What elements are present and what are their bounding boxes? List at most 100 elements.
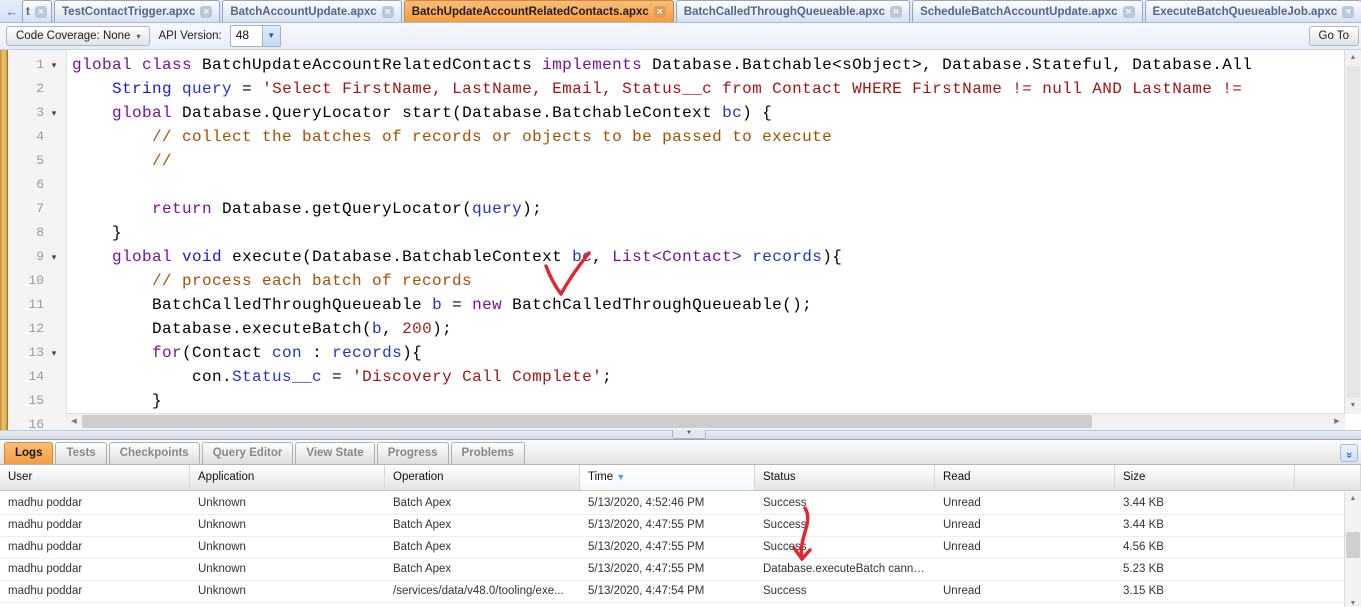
editor-tab[interactable]: BatchCalledThroughQueueable.apxc✕ <box>676 0 910 22</box>
fold-toggle-icon[interactable]: ▾ <box>44 101 64 125</box>
log-cell: 5/13/2020, 4:47:55 PM <box>580 537 755 558</box>
panel-tab-tests[interactable]: Tests <box>55 442 106 464</box>
log-cell: Unknown <box>190 581 385 602</box>
editor-tab[interactable]: ScheduleBatchAccountUpdate.apxc✕ <box>912 0 1142 22</box>
splitter-collapse-handle[interactable]: ▼ <box>672 430 706 439</box>
panel-tab-checkpoints[interactable]: Checkpoints <box>109 442 200 464</box>
line-number: 11 <box>8 293 44 317</box>
column-header-operation[interactable]: Operation <box>385 465 580 490</box>
column-header-size[interactable]: Size <box>1115 465 1295 490</box>
log-row[interactable]: madhu poddarUnknownBatch Apex5/13/2020, … <box>0 537 1345 559</box>
log-row[interactable]: madhu poddarUnknownBatch Apex5/13/2020, … <box>0 493 1345 515</box>
panel-splitter[interactable]: ▼ <box>0 430 1361 440</box>
collapsed-west-panel-strip[interactable] <box>0 50 8 430</box>
scroll-right-icon[interactable]: ▶ <box>1329 414 1345 429</box>
code-editor: 1▾23▾456789▾10111213▾141516 global class… <box>0 50 1361 430</box>
log-cell <box>1295 515 1345 536</box>
editor-vertical-scrollbar[interactable]: ▲ ▼ <box>1344 50 1361 414</box>
code-line[interactable]: // process each batch of records <box>72 269 1345 293</box>
log-row[interactable]: madhu poddarUnknown/services/data/v48.0/… <box>0 581 1345 603</box>
log-cell: Success <box>755 603 935 607</box>
editor-tab-list: TestContactTrigger.apxc✕BatchAccountUpda… <box>54 0 1361 22</box>
log-cell: 3.2 KB <box>1115 603 1295 607</box>
tab-scroll-left-icon[interactable]: ← <box>3 3 21 21</box>
log-row[interactable]: madhu poddarUnknownBatch Apex5/13/2020, … <box>0 603 1345 607</box>
panel-tab-logs[interactable]: Logs <box>4 442 53 464</box>
gutter-line: 3▾ <box>8 101 66 125</box>
editor-tab-label: BatchUpdateAccountRelatedContacts.apxc <box>412 6 649 18</box>
log-row[interactable]: madhu poddarUnknownBatch Apex5/13/2020, … <box>0 515 1345 537</box>
log-row[interactable]: madhu poddarUnknownBatch Apex5/13/2020, … <box>0 559 1345 581</box>
scroll-down-icon[interactable]: ▼ <box>1345 597 1361 607</box>
editor-tab-label: TestContactTrigger.apxc <box>62 6 195 18</box>
fold-spacer <box>44 197 64 221</box>
code-line[interactable]: // <box>72 149 1345 173</box>
line-number: 2 <box>8 77 44 101</box>
code-line[interactable]: con.Status__c = 'Discovery Call Complete… <box>72 365 1345 389</box>
editor-tab[interactable]: BatchUpdateAccountRelatedContacts.apxc ✕ <box>404 0 674 22</box>
combo-trigger-icon: ▼ <box>262 26 280 46</box>
log-cell: Unread <box>935 493 1115 514</box>
scrollbar-thumb[interactable] <box>1346 66 1360 398</box>
log-cell: Unknown <box>190 493 385 514</box>
gutter-line: 7 <box>8 197 66 221</box>
code-line[interactable]: } <box>72 389 1345 413</box>
code-lines[interactable]: global class BatchUpdateAccountRelatedCo… <box>67 50 1345 414</box>
log-cell: madhu poddar <box>0 515 190 536</box>
scroll-up-icon[interactable]: ▲ <box>1345 492 1361 506</box>
log-cell: Batch Apex <box>385 493 580 514</box>
editor-tab[interactable]: TestContactTrigger.apxc ✕ <box>54 0 220 22</box>
code-line[interactable]: for(Contact con : records){ <box>72 341 1345 365</box>
tab-close-icon[interactable]: ✕ <box>1123 6 1135 18</box>
editor-tab[interactable]: ExecuteBatchQueueableJob.apxc✕ <box>1145 0 1361 22</box>
log-cell: Unread <box>935 515 1115 536</box>
tab-close-icon[interactable]: ✕ <box>1342 6 1354 18</box>
panel-tab-view-state[interactable]: View State <box>295 442 374 464</box>
log-cell: 4.56 KB <box>1115 537 1295 558</box>
code-line[interactable]: // collect the batches of records or obj… <box>72 125 1345 149</box>
code-line[interactable]: global class BatchUpdateAccountRelatedCo… <box>72 53 1345 77</box>
code-line[interactable] <box>72 173 1345 197</box>
fold-toggle-icon[interactable]: ▾ <box>44 341 64 365</box>
tab-close-icon[interactable]: ✕ <box>890 6 902 18</box>
collapse-panel-button[interactable]: » <box>1340 444 1358 462</box>
code-line[interactable]: return Database.getQueryLocator(query); <box>72 197 1345 221</box>
code-line[interactable]: BatchCalledThroughQueueable b = new Batc… <box>72 293 1345 317</box>
column-header-user[interactable]: User <box>0 465 190 490</box>
scrollbar-thumb[interactable] <box>1346 532 1360 558</box>
tab-close-icon[interactable]: ✕ <box>654 6 666 18</box>
fold-spacer <box>44 413 64 430</box>
code-line[interactable]: } <box>72 221 1345 245</box>
go-to-button[interactable]: Go To <box>1309 26 1359 46</box>
tab-close-icon[interactable]: ✕ <box>382 6 394 18</box>
tab-close-icon[interactable]: ✕ <box>200 6 212 18</box>
table-vertical-scrollbar[interactable]: ▲ ▼ <box>1344 492 1361 607</box>
code-line[interactable]: Database.executeBatch(b, 200); <box>72 317 1345 341</box>
panel-tab-problems[interactable]: Problems <box>451 442 525 464</box>
code-coverage-button[interactable]: Code Coverage: None ▾ <box>6 26 150 46</box>
panel-tab-query-editor[interactable]: Query Editor <box>202 442 294 464</box>
panel-tab-progress[interactable]: Progress <box>377 442 449 464</box>
gutter-line: 4 <box>8 125 66 149</box>
editor-tab-overflow[interactable]: t ✕ <box>22 0 52 22</box>
column-header-time[interactable]: Time ▼ <box>580 465 755 490</box>
fold-toggle-icon[interactable]: ▾ <box>44 245 64 269</box>
scroll-down-icon[interactable]: ▼ <box>1345 398 1361 414</box>
log-table-header: UserApplicationOperationTime ▼StatusRead… <box>0 465 1361 491</box>
code-line[interactable]: String query = 'Select FirstName, LastNa… <box>72 77 1345 101</box>
fold-toggle-icon[interactable]: ▾ <box>44 53 64 77</box>
scrollbar-thumb[interactable] <box>82 415 1092 428</box>
column-header-read[interactable]: Read <box>935 465 1115 490</box>
tab-close-icon[interactable]: ✕ <box>35 6 47 18</box>
column-header-application[interactable]: Application <box>190 465 385 490</box>
editor-horizontal-scrollbar[interactable]: ◀ ▶ <box>66 413 1345 430</box>
code-line[interactable]: global Database.QueryLocator start(Datab… <box>72 101 1345 125</box>
column-header-status[interactable]: Status <box>755 465 935 490</box>
api-version-select[interactable]: 48 ▼ <box>230 25 281 47</box>
scroll-up-icon[interactable]: ▲ <box>1345 50 1361 66</box>
line-number: 5 <box>8 149 44 173</box>
editor-tab[interactable]: BatchAccountUpdate.apxc✕ <box>222 0 401 22</box>
code-line[interactable]: global void execute(Database.BatchableCo… <box>72 245 1345 269</box>
gutter-line: 9▾ <box>8 245 66 269</box>
scroll-left-icon[interactable]: ◀ <box>66 414 82 429</box>
